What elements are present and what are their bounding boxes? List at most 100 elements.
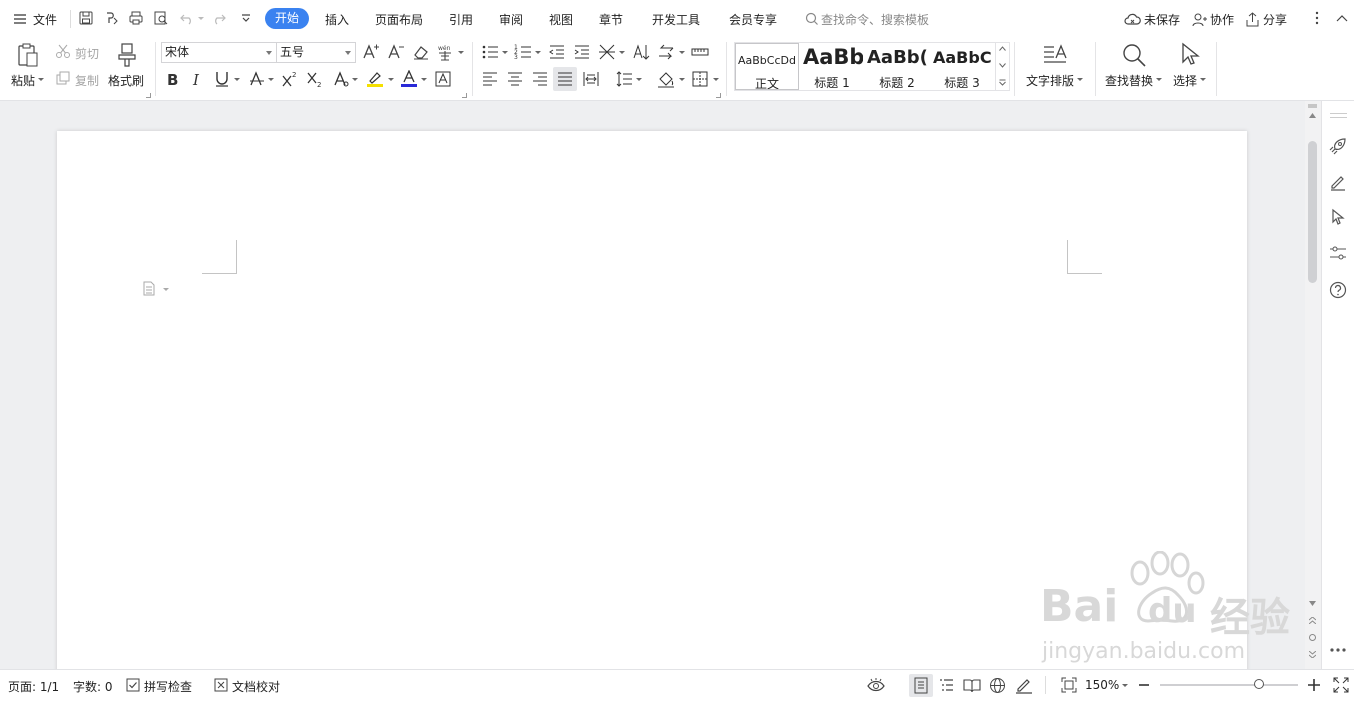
strikethrough-dropdown[interactable] bbox=[268, 78, 274, 81]
style-heading-3[interactable]: AaBbC( 标题 3 bbox=[931, 43, 993, 90]
save-icon[interactable] bbox=[78, 10, 94, 26]
paragraph-handle-dropdown[interactable] bbox=[163, 288, 169, 291]
tab-review[interactable]: 审阅 bbox=[499, 11, 523, 28]
character-border-icon[interactable] bbox=[434, 70, 452, 88]
italic-icon[interactable]: I bbox=[189, 70, 207, 88]
tab-references[interactable]: 引用 bbox=[449, 11, 473, 28]
strikethrough-icon[interactable] bbox=[248, 70, 266, 88]
justify-button[interactable] bbox=[553, 67, 577, 91]
page-view-button[interactable] bbox=[909, 674, 933, 697]
tab-developer[interactable]: 开发工具 bbox=[652, 11, 700, 28]
decrease-indent-icon[interactable] bbox=[548, 43, 566, 61]
highlight-dropdown[interactable] bbox=[388, 78, 394, 81]
align-left-icon[interactable] bbox=[481, 70, 499, 88]
font-color-icon[interactable] bbox=[400, 70, 418, 88]
ruler-toggle-icon[interactable] bbox=[1308, 104, 1317, 108]
text-layout-button[interactable]: 文字排版 bbox=[1026, 72, 1074, 89]
scrollbar-thumb[interactable] bbox=[1308, 141, 1317, 283]
paragraph-group-launcher[interactable] bbox=[716, 93, 721, 98]
undo-dropdown[interactable] bbox=[198, 17, 204, 20]
reading-mode-icon[interactable] bbox=[963, 677, 981, 694]
copy-button[interactable]: 复制 bbox=[75, 72, 99, 89]
browse-object-icon[interactable] bbox=[1309, 634, 1316, 641]
zoom-slider-thumb[interactable] bbox=[1254, 679, 1265, 689]
fullscreen-icon[interactable] bbox=[1333, 677, 1349, 693]
font-size-dropdown-arrow[interactable] bbox=[345, 51, 351, 55]
bold-icon[interactable]: B bbox=[164, 70, 182, 88]
text-effect-icon[interactable] bbox=[332, 70, 350, 88]
chinese-layout-dropdown[interactable] bbox=[619, 51, 625, 54]
more-vertical-icon[interactable] bbox=[1309, 10, 1325, 26]
bullet-list-icon[interactable] bbox=[481, 43, 499, 61]
superscript-icon[interactable]: 2 bbox=[281, 70, 299, 88]
style-normal[interactable]: AaBbCcDd 正文 bbox=[735, 43, 799, 90]
phonetic-guide-icon[interactable]: wén bbox=[436, 43, 454, 61]
zoom-level[interactable]: 150% bbox=[1085, 678, 1119, 692]
tab-page-layout[interactable]: 页面布局 bbox=[375, 11, 423, 28]
rocket-icon[interactable] bbox=[1329, 137, 1347, 155]
collaborate-button[interactable]: 协作 bbox=[1192, 10, 1237, 28]
chinese-layout-icon[interactable] bbox=[598, 43, 616, 61]
scroll-up-icon[interactable] bbox=[1309, 113, 1316, 118]
tab-insert[interactable]: 插入 bbox=[325, 11, 349, 28]
command-search[interactable]: 查找命令、搜索模板 bbox=[805, 10, 955, 28]
find-replace-icon[interactable] bbox=[1121, 42, 1147, 68]
select-button[interactable]: 选择 bbox=[1173, 72, 1197, 89]
paragraph-marks-dropdown[interactable] bbox=[679, 51, 685, 54]
borders-dropdown[interactable] bbox=[713, 78, 719, 81]
chevron-down-icon[interactable] bbox=[999, 63, 1006, 68]
phonetic-guide-dropdown[interactable] bbox=[458, 51, 464, 54]
collapse-ribbon-icon[interactable] bbox=[1334, 10, 1350, 26]
fit-width-icon[interactable] bbox=[1061, 677, 1077, 693]
font-group-launcher[interactable] bbox=[462, 93, 467, 98]
shading-icon[interactable] bbox=[657, 70, 675, 88]
shading-dropdown[interactable] bbox=[679, 78, 685, 81]
paragraph-handle[interactable] bbox=[142, 281, 172, 297]
distributed-align-icon[interactable] bbox=[582, 70, 600, 88]
clipboard-group-launcher[interactable] bbox=[146, 93, 151, 98]
outline-view-icon[interactable] bbox=[938, 677, 955, 694]
copy-icon[interactable] bbox=[55, 70, 71, 86]
previous-page-icon[interactable] bbox=[1309, 617, 1316, 624]
print-preview-icon[interactable] bbox=[153, 10, 169, 26]
shrink-font-icon[interactable] bbox=[387, 43, 405, 61]
share-button[interactable]: 分享 bbox=[1245, 10, 1290, 28]
output-pdf-icon[interactable] bbox=[104, 10, 120, 26]
text-layout-icon[interactable] bbox=[1042, 42, 1068, 68]
select-pointer-icon[interactable] bbox=[1329, 208, 1347, 226]
align-right-icon[interactable] bbox=[531, 70, 549, 88]
underline-icon[interactable] bbox=[213, 70, 231, 88]
cursor-select-icon[interactable] bbox=[1179, 42, 1201, 68]
edit-pen-icon[interactable] bbox=[1329, 173, 1347, 191]
paste-icon[interactable] bbox=[16, 42, 40, 68]
format-painter-icon[interactable] bbox=[116, 42, 138, 68]
tab-ruler-icon[interactable] bbox=[691, 43, 709, 61]
bullet-list-dropdown[interactable] bbox=[502, 51, 508, 54]
print-icon[interactable] bbox=[128, 10, 144, 26]
paste-dropdown[interactable] bbox=[38, 78, 44, 81]
undo-icon[interactable] bbox=[179, 10, 195, 26]
zoom-in-icon[interactable] bbox=[1307, 678, 1321, 692]
vertical-scrollbar[interactable] bbox=[1305, 101, 1321, 669]
scroll-down-icon[interactable] bbox=[1309, 601, 1316, 606]
tab-section[interactable]: 章节 bbox=[599, 11, 623, 28]
font-color-dropdown[interactable] bbox=[421, 78, 427, 81]
style-heading-2[interactable]: AaBb( 标题 2 bbox=[865, 43, 929, 90]
font-size-combo[interactable]: 五号 bbox=[276, 42, 356, 63]
help-icon[interactable] bbox=[1329, 281, 1347, 299]
customize-quick-access-icon[interactable] bbox=[238, 10, 254, 26]
grow-font-icon[interactable] bbox=[362, 43, 380, 61]
tab-view[interactable]: 视图 bbox=[549, 11, 573, 28]
show-paragraph-marks-icon[interactable] bbox=[657, 43, 675, 61]
eye-protection-icon[interactable] bbox=[867, 677, 885, 693]
spell-check-button[interactable]: 拼写检查 bbox=[126, 677, 198, 695]
zoom-out-icon[interactable] bbox=[1138, 679, 1150, 691]
doc-proof-button[interactable]: 文档校对 bbox=[214, 677, 286, 695]
redo-icon[interactable] bbox=[211, 10, 227, 26]
style-heading-1[interactable]: AaBb 标题 1 bbox=[801, 43, 863, 90]
zoom-slider-track[interactable] bbox=[1160, 679, 1298, 689]
cut-icon[interactable] bbox=[55, 43, 71, 59]
clear-format-icon[interactable] bbox=[412, 43, 430, 61]
expand-gallery-icon[interactable] bbox=[999, 79, 1006, 86]
writing-mode-icon[interactable] bbox=[1015, 677, 1033, 694]
